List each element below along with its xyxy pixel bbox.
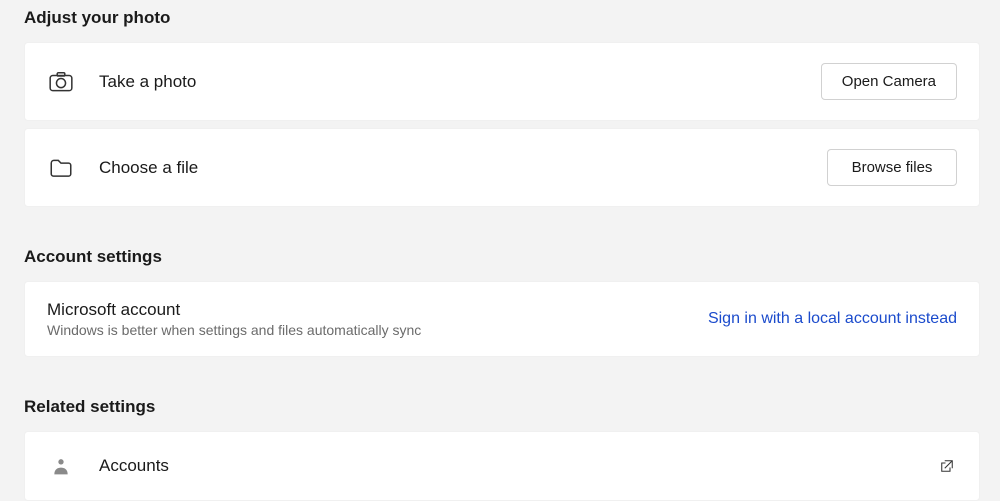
account-settings-heading: Account settings (24, 247, 980, 267)
microsoft-account-description: Windows is better when settings and file… (47, 322, 708, 338)
take-photo-row: Take a photo Open Camera (24, 42, 980, 121)
adjust-photo-heading: Adjust your photo (24, 8, 980, 28)
microsoft-account-row: Microsoft account Windows is better when… (24, 281, 980, 357)
related-settings-heading: Related settings (24, 397, 980, 417)
browse-files-button[interactable]: Browse files (827, 149, 957, 186)
folder-icon (47, 154, 75, 182)
accounts-title: Accounts (99, 456, 925, 476)
accounts-row[interactable]: Accounts (24, 431, 980, 501)
choose-file-label: Choose a file (99, 158, 827, 178)
camera-icon (47, 68, 75, 96)
external-link-icon (937, 456, 957, 476)
person-icon (47, 452, 75, 480)
take-photo-label: Take a photo (99, 72, 821, 92)
choose-file-row: Choose a file Browse files (24, 128, 980, 207)
open-camera-button[interactable]: Open Camera (821, 63, 957, 100)
local-account-link[interactable]: Sign in with a local account instead (708, 310, 957, 327)
microsoft-account-title: Microsoft account (47, 300, 708, 320)
